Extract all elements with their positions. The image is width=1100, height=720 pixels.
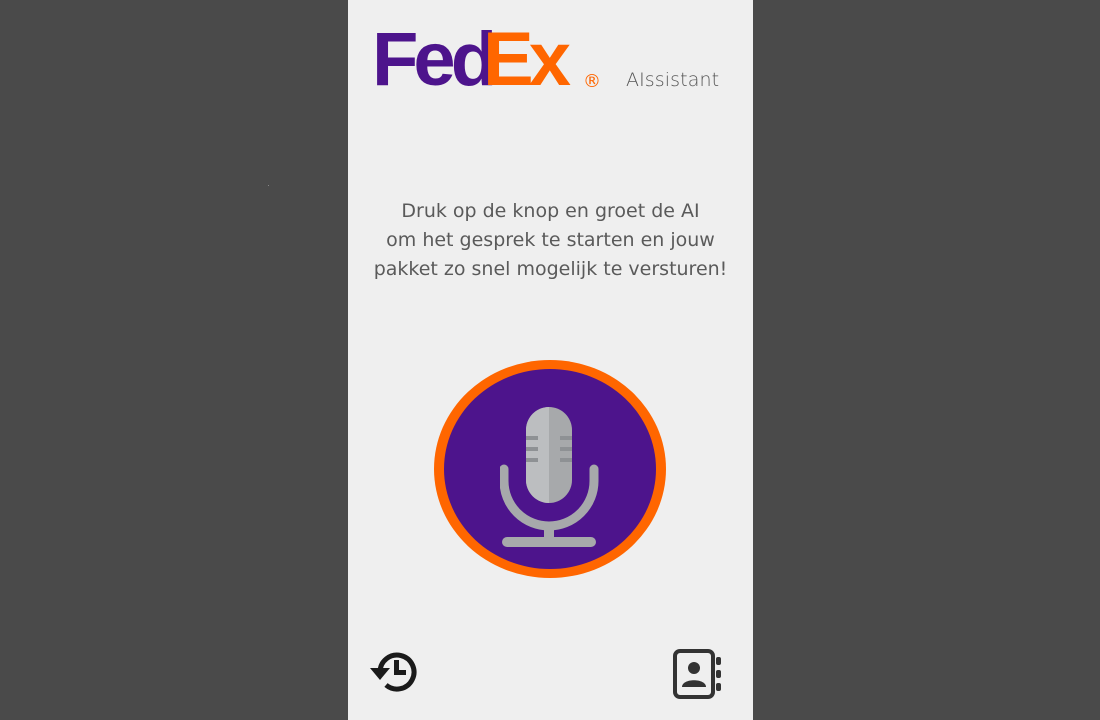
assistant-title: AIssistant [626, 69, 720, 91]
mic-button-inner [444, 369, 656, 569]
logo-fed-text: Fed [372, 17, 493, 94]
microphone-icon [500, 407, 599, 547]
instruction-line-3: pakket zo snel mogelijk te versturen! [373, 258, 728, 280]
contacts-button[interactable] [670, 648, 726, 700]
logo-registered-mark: ® [583, 71, 601, 92]
stray-pixel [268, 185, 269, 186]
app-screen: Fed Ex ® AIssistant Druk op de knop en g… [348, 0, 753, 720]
instruction-line-2: om het gesprek te starten en jouw [386, 229, 715, 251]
instruction-line-1: Druk op de knop en groet de AI [401, 200, 700, 222]
logo-ex-text: Ex [483, 17, 571, 94]
address-book-icon [673, 649, 721, 699]
fedex-logo: Fed Ex ® [372, 17, 601, 94]
start-conversation-button[interactable] [434, 360, 666, 578]
history-button[interactable] [368, 646, 424, 698]
instruction-text: Druk op de knop en groet de AI om het ge… [348, 197, 753, 284]
history-icon [370, 652, 417, 692]
